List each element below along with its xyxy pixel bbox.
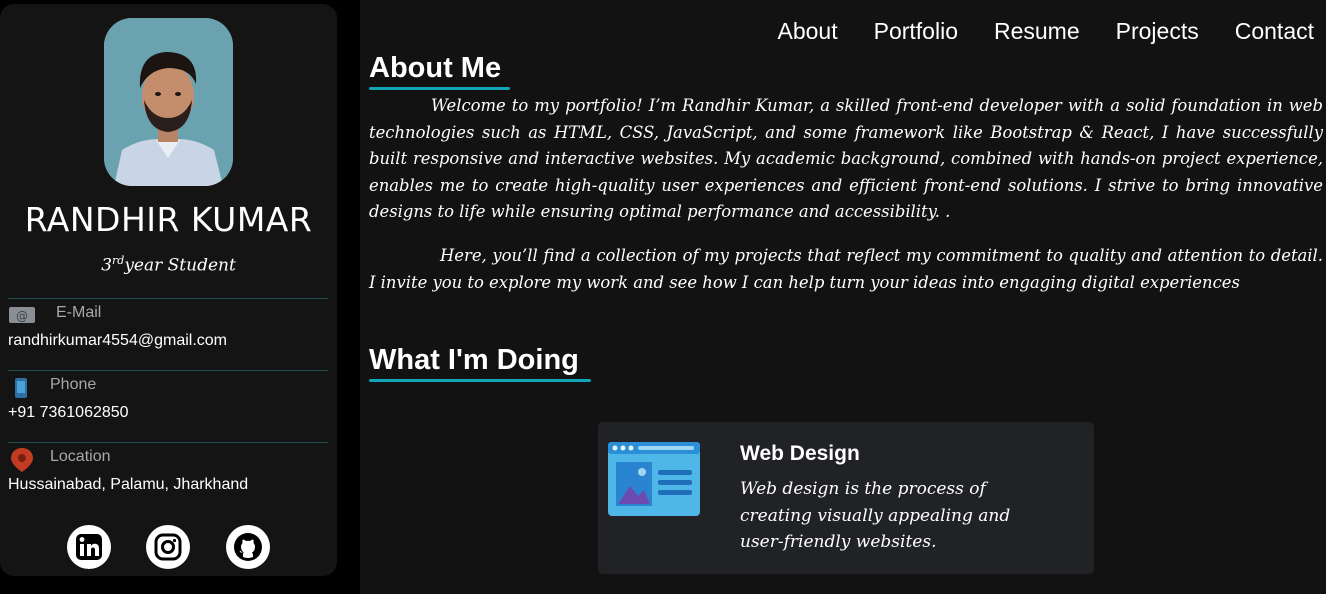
linkedin-icon[interactable] <box>67 525 111 569</box>
divider <box>8 370 328 371</box>
nav-portfolio[interactable]: Portfolio <box>874 18 958 45</box>
svg-text:@: @ <box>16 309 28 323</box>
nav-about[interactable]: About <box>778 18 838 45</box>
nav-projects[interactable]: Projects <box>1116 18 1199 45</box>
email-value[interactable]: randhirkumar4554@gmail.com <box>8 332 227 350</box>
divider <box>8 298 328 299</box>
title-underline <box>369 87 510 90</box>
email-label: E-Mail <box>56 304 102 321</box>
email-icon: @ <box>9 306 35 328</box>
main-content: About Portfolio Resume Projects Contact … <box>360 0 1326 594</box>
about-paragraph-1: Welcome to my portfolio! I’m Randhir Kum… <box>369 96 1323 221</box>
doing-title: What I'm Doing <box>369 344 579 376</box>
location-label: Location <box>50 448 111 465</box>
divider <box>8 442 328 443</box>
nav-contact[interactable]: Contact <box>1235 18 1314 45</box>
title-underline <box>369 379 591 382</box>
about-paragraph-2: Here, you’ll find a collection of my pro… <box>369 246 1323 292</box>
phone-value[interactable]: +91 7361062850 <box>8 404 129 422</box>
role-superscript: rd <box>112 254 125 267</box>
phone-icon <box>15 378 27 402</box>
avatar <box>104 18 233 186</box>
about-title: About Me <box>369 52 502 84</box>
phone-label: Phone <box>50 376 97 393</box>
instagram-icon[interactable] <box>146 525 190 569</box>
location-value: Hussainabad, Palamu, Jharkhand <box>8 476 249 493</box>
card-description: Web design is the process of creating vi… <box>740 479 1011 552</box>
service-card-web-design: Web Design Web design is the process of … <box>598 422 1094 574</box>
location-pin-icon <box>11 448 33 476</box>
top-nav: About Portfolio Resume Projects Contact <box>778 18 1315 45</box>
web-design-icon <box>608 442 700 520</box>
card-title: Web Design <box>740 442 860 465</box>
role-suffix: year Student <box>124 255 236 276</box>
profile-role: 3rdyear Student <box>0 254 337 276</box>
github-icon[interactable] <box>226 525 270 569</box>
nav-resume[interactable]: Resume <box>994 18 1080 45</box>
role-prefix: 3 <box>101 255 113 276</box>
profile-sidebar: RANDHIR KUMAR 3rdyear Student @ E-Mail r… <box>0 4 337 576</box>
profile-name: RANDHIR KUMAR <box>24 200 313 239</box>
